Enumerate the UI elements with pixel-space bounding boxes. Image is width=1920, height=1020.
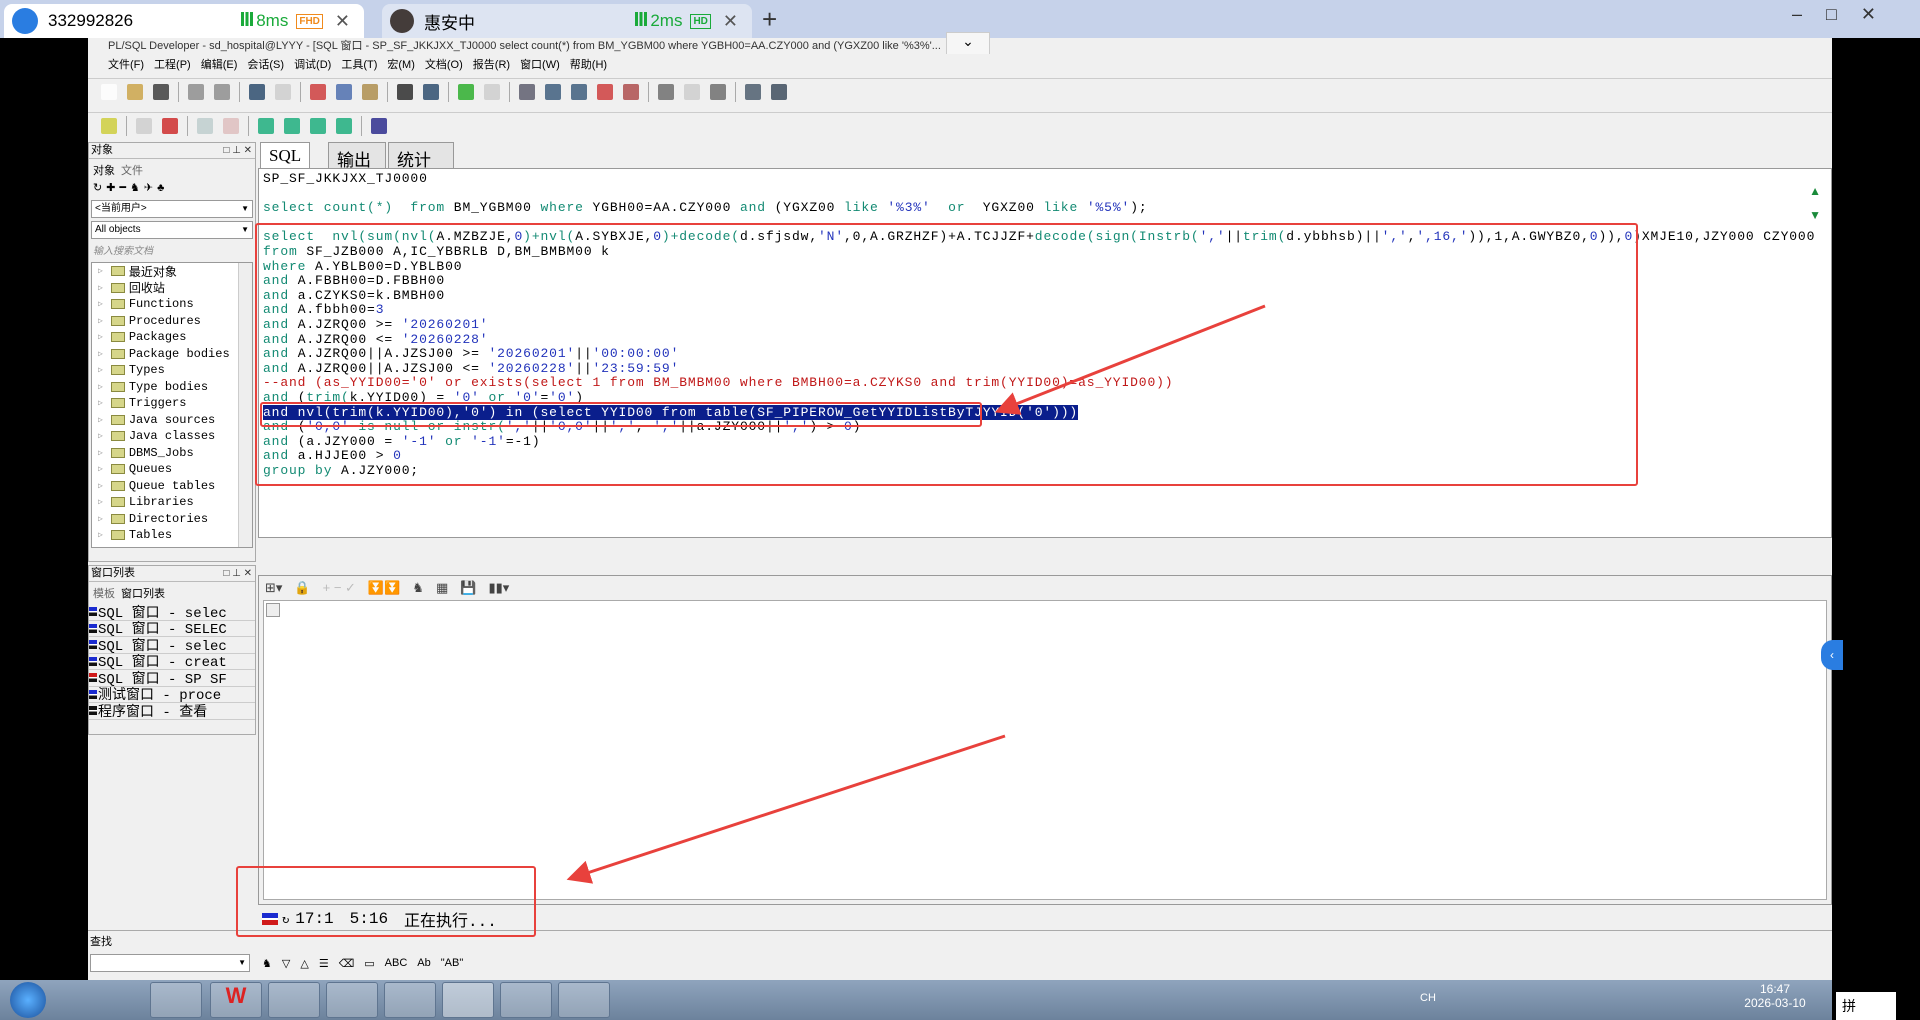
taskbar-wps[interactable]: W	[210, 982, 262, 1018]
start-button[interactable]	[10, 982, 46, 1018]
taskbar-notepad[interactable]	[326, 982, 378, 1018]
taskbar-his[interactable]	[558, 982, 610, 1018]
taskbar: W CH 16:47 2026-03-10 拼	[0, 980, 1896, 1020]
ime-indicator[interactable]: 拼	[1836, 992, 1896, 1020]
arrow-to-line	[994, 304, 1266, 415]
clock-time[interactable]: 16:47	[1740, 982, 1810, 996]
taskbar-settings[interactable]	[500, 982, 552, 1018]
taskbar-app[interactable]	[384, 982, 436, 1018]
clock-date[interactable]: 2026-03-10	[1740, 996, 1810, 1010]
input-language[interactable]: CH	[1420, 992, 1436, 1004]
annotation-arrows	[566, 304, 1266, 884]
taskbar-chrome[interactable]	[268, 982, 320, 1018]
taskbar-explorer[interactable]	[150, 982, 202, 1018]
taskbar-plsql[interactable]	[442, 982, 494, 1018]
arrow-to-status	[566, 734, 1006, 884]
